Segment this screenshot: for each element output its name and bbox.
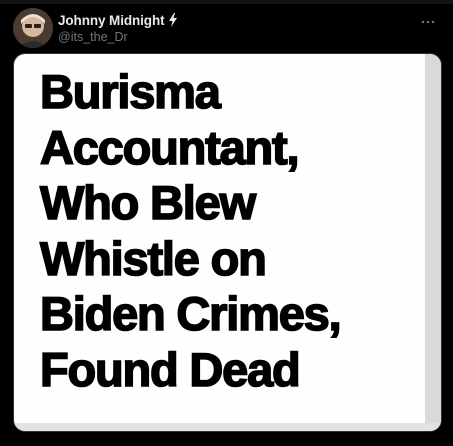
lightning-bolt-icon (168, 13, 178, 27)
headline-line: Who Blew (39, 175, 257, 230)
headline-line: Biden Crimes, (39, 286, 342, 341)
avatar-image (13, 8, 53, 48)
top-divider (0, 0, 453, 4)
headline-line: Accountant, (39, 120, 300, 175)
name-row: Johnny Midnight (58, 11, 178, 29)
headline: Burisma Accountant, Who Blew Whistle on … (39, 64, 342, 397)
author-block: Johnny Midnight @its_the_Dr (58, 11, 178, 44)
image-edge-shade (425, 54, 441, 431)
media-card[interactable]: Burisma Accountant, Who Blew Whistle on … (13, 53, 442, 432)
ellipsis-icon[interactable] (421, 12, 435, 24)
headline-line: Found Dead (39, 342, 301, 397)
headline-line: Burisma (39, 64, 221, 119)
user-handle[interactable]: @its_the_Dr (58, 30, 178, 44)
tweet-view: Johnny Midnight @its_the_Dr Burisma Acco… (0, 0, 453, 446)
media-image: Burisma Accountant, Who Blew Whistle on … (14, 54, 441, 431)
headline-line: Whistle on (39, 231, 267, 286)
display-name[interactable]: Johnny Midnight (58, 13, 165, 28)
avatar[interactable] (13, 8, 53, 48)
image-bottom-shade (14, 423, 441, 431)
